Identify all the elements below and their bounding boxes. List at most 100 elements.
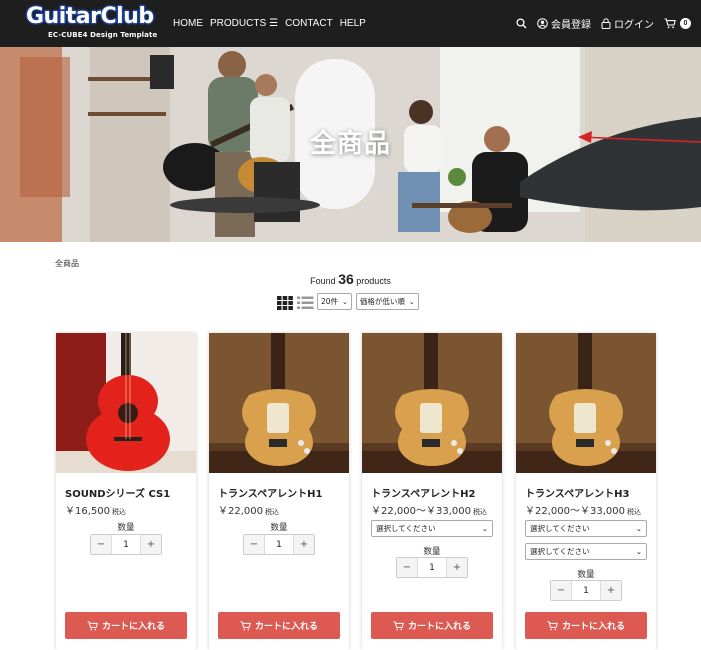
list-view-icon[interactable]	[297, 295, 314, 309]
add-to-cart-label: カートに入れる	[101, 622, 165, 632]
quantity-label: 数量	[423, 547, 441, 557]
login-label: ログイン	[614, 20, 654, 31]
per-page-select[interactable]: 20件 ⌄	[317, 293, 352, 310]
product-card: トランスペアレントH3 ￥22,000～￥33,000 税込 選択してください ⌄ …	[516, 333, 656, 650]
product-price: ￥16,500 税込	[65, 502, 126, 517]
tax-label: 税込	[112, 508, 126, 516]
quantity-stepper: − 1 +	[396, 557, 468, 578]
decrement-button[interactable]: −	[91, 535, 111, 554]
add-to-cart-button[interactable]: カートに入れる	[65, 612, 187, 639]
nav-help[interactable]: HELP	[340, 18, 366, 29]
hero-title: 全商品	[309, 129, 391, 159]
product-image[interactable]	[209, 333, 349, 473]
results-prefix: Found	[310, 276, 336, 286]
quantity-stepper: − 1 +	[550, 580, 622, 601]
main-nav: HOME PRODUCTS ☰ CONTACT HELP	[173, 18, 366, 29]
search-button[interactable]	[516, 18, 527, 29]
chevron-down-icon: ⌄	[635, 524, 642, 533]
variant-select-value: 選択してください	[530, 547, 590, 556]
bass-guitar-image	[516, 333, 656, 473]
cart-icon	[240, 620, 251, 630]
add-to-cart-label: カートに入れる	[561, 622, 625, 632]
lock-icon	[601, 18, 611, 29]
grid-view-glyph	[277, 295, 293, 310]
product-name[interactable]: SOUNDシリーズ CS1	[65, 485, 170, 500]
quantity-label: 数量	[117, 523, 135, 533]
hamburger-icon: ☰	[269, 18, 279, 29]
chevron-down-icon: ⌄	[635, 547, 642, 556]
register-label: 会員登録	[551, 20, 591, 31]
results-number: 36	[338, 271, 354, 287]
quantity-label: 数量	[577, 570, 595, 580]
product-image[interactable]	[362, 333, 502, 473]
add-to-cart-button[interactable]: カートに入れる	[525, 612, 647, 639]
cart-icon	[393, 620, 404, 630]
quantity-input[interactable]: 1	[417, 558, 447, 577]
decrement-button[interactable]: −	[244, 535, 264, 554]
search-icon	[516, 18, 527, 29]
site-logo[interactable]: GuitarClub EC-CUBE4 Design Template	[26, 4, 158, 40]
add-to-cart-label: カートに入れる	[407, 622, 471, 632]
increment-button[interactable]: +	[294, 535, 314, 554]
variant-select-1[interactable]: 選択してください ⌄	[525, 520, 647, 537]
price-value: ￥16,500	[65, 506, 110, 517]
product-name[interactable]: トランスペアレントH3	[525, 485, 629, 500]
register-link[interactable]: 会員登録	[537, 16, 591, 31]
hero-banner: 全商品	[0, 47, 701, 242]
cart-link[interactable]: 0	[664, 18, 691, 29]
variant-select-2[interactable]: 選択してください ⌄	[525, 543, 647, 560]
tax-label: 税込	[472, 508, 487, 516]
variant-select-value: 選択してください	[376, 524, 436, 533]
cart-icon	[664, 18, 676, 29]
add-to-cart-label: カートに入れる	[254, 622, 318, 632]
product-name[interactable]: トランスペアレントH1	[218, 485, 322, 500]
price-value: ￥22,000～￥33,000	[371, 506, 471, 517]
price-value: ￥22,000	[218, 506, 263, 517]
decrement-button[interactable]: −	[551, 581, 571, 600]
site-header: GuitarClub EC-CUBE4 Design Template HOME…	[0, 0, 701, 47]
cart-icon	[87, 620, 98, 630]
results-count: Found 36 products	[0, 271, 701, 287]
bass-guitar-image	[362, 333, 502, 473]
increment-button[interactable]: +	[601, 581, 621, 600]
product-image[interactable]	[516, 333, 656, 473]
increment-button[interactable]: +	[141, 535, 161, 554]
quantity-stepper: − 1 +	[243, 534, 315, 555]
quantity-input[interactable]: 1	[111, 535, 141, 554]
grid-view-icon[interactable]	[277, 295, 293, 310]
product-image[interactable]	[56, 333, 196, 473]
product-name[interactable]: トランスペアレントH2	[371, 485, 475, 500]
quantity-input[interactable]: 1	[571, 581, 601, 600]
nav-products-label: PRODUCTS	[210, 18, 267, 29]
cart-count-badge: 0	[680, 18, 691, 29]
chevron-down-icon: ⌄	[408, 297, 415, 306]
red-acoustic-guitar-image	[56, 333, 196, 473]
chevron-down-icon: ⌄	[342, 297, 348, 306]
product-card: SOUNDシリーズ CS1 ￥16,500 税込 数量 − 1 + カートに入れる	[56, 333, 196, 650]
product-price: ￥22,000～￥33,000 税込	[525, 502, 641, 517]
variant-select[interactable]: 選択してください ⌄	[371, 520, 493, 537]
chevron-down-icon: ⌄	[481, 524, 488, 533]
breadcrumb[interactable]: 全商品	[55, 258, 79, 269]
list-view-glyph	[297, 296, 314, 309]
add-to-cart-button[interactable]: カートに入れる	[218, 612, 340, 639]
product-card: トランスペアレントH1 ￥22,000 税込 数量 − 1 + カートに入れる	[209, 333, 349, 650]
listing-controls: 20件 ⌄ 価格が低い順 ⌄	[277, 293, 419, 310]
results-suffix: products	[356, 276, 391, 286]
cart-icon	[547, 620, 558, 630]
nav-home[interactable]: HOME	[173, 18, 203, 29]
login-link[interactable]: ログイン	[601, 16, 654, 31]
sort-select[interactable]: 価格が低い順 ⌄	[355, 293, 419, 310]
decrement-button[interactable]: −	[397, 558, 417, 577]
product-price: ￥22,000 税込	[218, 502, 279, 517]
price-value: ￥22,000～￥33,000	[525, 506, 625, 517]
nav-products[interactable]: PRODUCTS ☰	[210, 18, 278, 29]
logo-subtitle: EC-CUBE4 Design Template	[48, 31, 158, 39]
increment-button[interactable]: +	[447, 558, 467, 577]
nav-contact[interactable]: CONTACT	[285, 18, 333, 29]
user-icon	[537, 18, 548, 29]
bass-guitar-image	[209, 333, 349, 473]
add-to-cart-button[interactable]: カートに入れる	[371, 612, 493, 639]
quantity-input[interactable]: 1	[264, 535, 294, 554]
quantity-label: 数量	[270, 523, 288, 533]
